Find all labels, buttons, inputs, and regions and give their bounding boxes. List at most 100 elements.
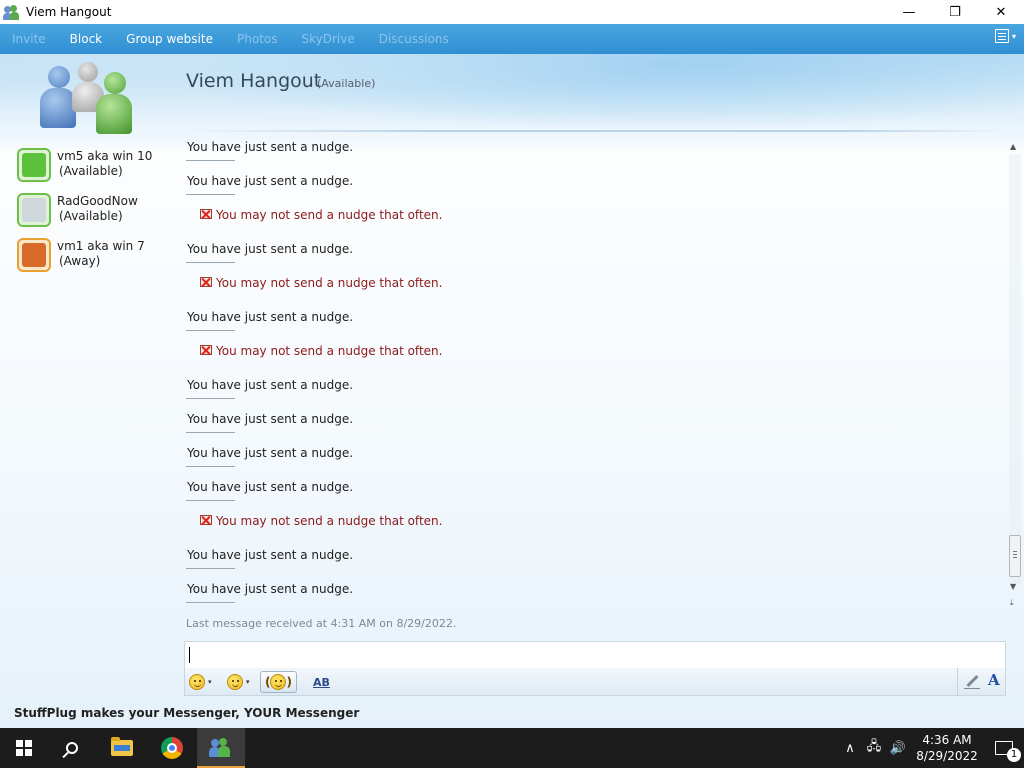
emoticon-button[interactable]: ▾ [189, 671, 212, 693]
message-text: You have just sent a nudge. [187, 310, 354, 324]
chevron-down-icon: ▾ [246, 678, 250, 686]
nudge-message: You have just sent a nudge. [186, 172, 1001, 206]
wink-icon [227, 674, 243, 690]
input-toolbar: ▾ ▾ ( ) AB A [184, 668, 1006, 696]
message-separator [186, 568, 235, 569]
menu-block[interactable]: Block [58, 24, 114, 54]
menu-discussions[interactable]: Discussions [367, 24, 461, 54]
contact-status: (Available) [59, 209, 123, 223]
nudge-message: You have just sent a nudge. [186, 308, 1001, 342]
avatar [17, 238, 51, 272]
message-text: You may not send a nudge that often. [216, 514, 443, 528]
message-text: You have just sent a nudge. [187, 242, 354, 256]
taskbar-chrome[interactable] [148, 728, 196, 768]
wink-button[interactable]: ▾ [227, 671, 250, 693]
message-text: You may not send a nudge that often. [216, 208, 443, 222]
search-icon [66, 742, 78, 754]
last-received-text: Last message received at 4:31 AM on 8/29… [186, 617, 457, 630]
volume-icon[interactable]: 🔊 [886, 741, 910, 756]
error-icon [200, 515, 212, 525]
nudge-message: You have just sent a nudge. [186, 376, 1001, 410]
message-text: You have just sent a nudge. [187, 582, 354, 596]
title-bar: Viem Hangout — ❐ ✕ [0, 0, 1024, 24]
message-separator [186, 160, 235, 161]
nudge-button[interactable]: ( ) [260, 671, 297, 693]
error-icon [200, 209, 212, 219]
system-tray: ∧ 🖧 🔊 4:36 AM 8/29/2022 1 [838, 728, 1024, 768]
scroll-up-icon[interactable]: ▲ [1010, 142, 1016, 151]
message-separator [186, 432, 235, 433]
show-menu-button[interactable]: ▾ [994, 29, 1016, 43]
scroll-end-icon[interactable]: ⤓ [1010, 598, 1014, 608]
message-scrollbar[interactable]: ▲ ▼ ⤓ [1006, 138, 1024, 616]
scroll-track[interactable] [1009, 154, 1021, 584]
message-separator [186, 500, 235, 501]
clock[interactable]: 4:36 AM 8/29/2022 [910, 732, 984, 764]
window-controls: — ❐ ✕ [886, 0, 1024, 24]
nudge-message: You have just sent a nudge. [186, 410, 1001, 444]
action-center-button[interactable]: 1 [984, 728, 1024, 768]
message-text: You have just sent a nudge. [187, 140, 354, 154]
message-separator [186, 398, 235, 399]
header-background [0, 54, 1024, 149]
message-text: You have just sent a nudge. [187, 412, 354, 426]
contact-status: (Available) [59, 164, 123, 178]
font-button[interactable]: A [988, 671, 1000, 689]
messenger-icon [209, 737, 233, 759]
menu-photos[interactable]: Photos [225, 24, 289, 54]
avatar [17, 148, 51, 182]
error-icon [200, 277, 212, 287]
contact-name: vm5 aka win 10 [57, 149, 153, 163]
message-text: You have just sent a nudge. [187, 548, 354, 562]
notification-count: 1 [1007, 748, 1021, 762]
nudge-message: You have just sent a nudge. [186, 240, 1001, 274]
message-text: You may not send a nudge that often. [216, 276, 443, 290]
search-button[interactable] [48, 728, 96, 768]
scroll-down-icon[interactable]: ▼ [1010, 582, 1016, 591]
message-text: You may not send a nudge that often. [216, 344, 443, 358]
chevron-up-icon[interactable]: ∧ [838, 741, 862, 756]
clock-time: 4:36 AM [922, 733, 972, 747]
scroll-thumb[interactable] [1009, 535, 1021, 577]
network-icon[interactable]: 🖧 [862, 737, 886, 759]
contact-name: RadGoodNow [57, 194, 138, 208]
chrome-icon [161, 737, 183, 759]
error-message: You may not send a nudge that often. [186, 206, 1001, 240]
nudge-message: You have just sent a nudge. [186, 444, 1001, 478]
contact-item[interactable]: vm5 aka win 10 (Available) [17, 148, 177, 193]
error-message: You may not send a nudge that often. [186, 274, 1001, 308]
handwriting-icon[interactable] [964, 674, 980, 690]
contact-list: vm5 aka win 10 (Available) RadGoodNow (A… [17, 148, 177, 283]
conversation-window: vm5 aka win 10 (Available) RadGoodNow (A… [0, 54, 1024, 728]
windows-icon [16, 740, 32, 756]
conversation-status: (Available) [317, 77, 376, 90]
start-button[interactable] [0, 728, 48, 768]
menu-group-website[interactable]: Group website [114, 24, 225, 54]
contact-item[interactable]: vm1 aka win 7 (Away) [17, 238, 177, 283]
menu-invite[interactable]: Invite [0, 24, 58, 54]
menu-skydrive[interactable]: SkyDrive [289, 24, 366, 54]
header-divider [186, 130, 1006, 132]
message-separator [186, 194, 235, 195]
toolbar-divider [957, 668, 958, 695]
message-separator [186, 262, 235, 263]
close-button[interactable]: ✕ [978, 0, 1024, 24]
spellcheck-button[interactable]: AB [313, 671, 330, 693]
text-cursor [189, 647, 190, 663]
taskbar-file-explorer[interactable] [98, 728, 146, 768]
message-text: You have just sent a nudge. [187, 480, 354, 494]
message-input[interactable] [184, 641, 1006, 669]
minimize-button[interactable]: — [886, 0, 932, 24]
nudge-message: You have just sent a nudge. [186, 138, 1001, 172]
nudge-message: You have just sent a nudge. [186, 580, 1001, 614]
chevron-down-icon: ▾ [1011, 31, 1016, 41]
restore-button[interactable]: ❐ [932, 0, 978, 24]
contact-item[interactable]: RadGoodNow (Available) [17, 193, 177, 238]
message-text: You have just sent a nudge. [187, 446, 354, 460]
error-icon [200, 345, 212, 355]
menu-bar: Invite Block Group website Photos SkyDri… [0, 24, 1024, 54]
nudge-icon [270, 674, 287, 690]
chevron-down-icon: ▾ [208, 678, 212, 686]
nudge-message: You have just sent a nudge. [186, 478, 1001, 512]
taskbar-messenger[interactable] [197, 728, 245, 768]
